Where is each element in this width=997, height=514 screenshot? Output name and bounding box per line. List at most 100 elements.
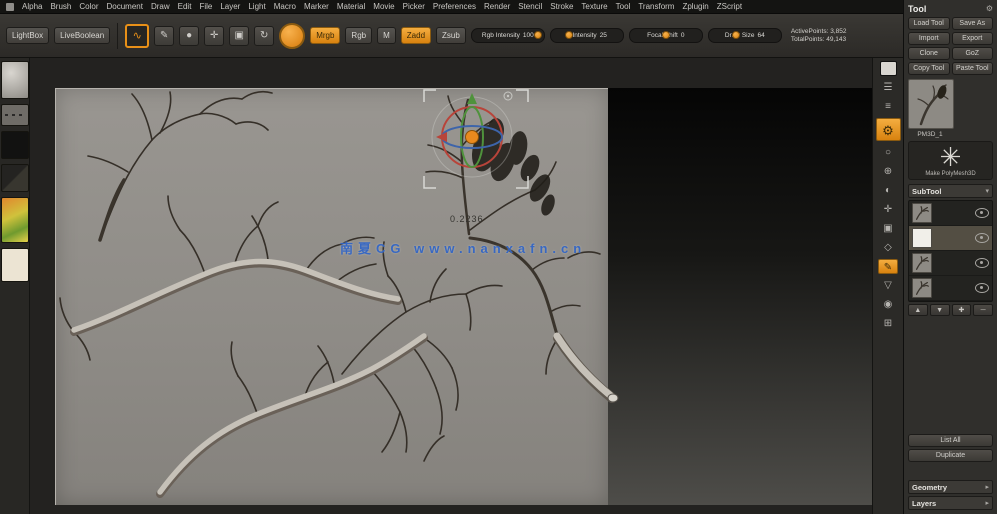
visibility-eye-icon[interactable] — [975, 208, 989, 218]
subtool-down-button[interactable]: ▼ — [929, 304, 950, 316]
panel-gear-icon[interactable]: ⚙ — [986, 4, 993, 13]
subtool-up-button[interactable]: ▲ — [908, 304, 928, 316]
menu-item[interactable]: Light — [248, 2, 265, 11]
subtool-thumbnail — [912, 228, 932, 248]
move-mode-button[interactable]: ✛ — [204, 25, 225, 46]
actual-size-icon[interactable]: ⊞ — [878, 316, 898, 331]
menu-item[interactable]: Stroke — [550, 2, 573, 11]
document-thumbnail[interactable] — [879, 61, 897, 76]
paint-mode-button[interactable]: Mrgb — [310, 27, 341, 44]
shelf-slider[interactable]: Focal Shift 0 — [628, 28, 703, 43]
menu-item[interactable]: Layer — [220, 2, 240, 11]
menu-item[interactable]: Color — [79, 2, 98, 11]
tool-panel-button[interactable]: Paste Tool — [951, 62, 993, 75]
material-thumbnail[interactable] — [0, 197, 29, 243]
menu-item[interactable]: Preferences — [433, 2, 476, 11]
y-axis-arrow[interactable] — [467, 93, 477, 104]
sculpt-mode-button[interactable]: Zadd — [400, 27, 432, 44]
edit-mode-button[interactable]: ✎ — [154, 25, 175, 46]
menu-item[interactable]: Document — [107, 2, 143, 11]
collapsed-section-header[interactable]: Layers ▸ — [908, 496, 993, 510]
scale-mode-button[interactable]: ▣ — [229, 25, 250, 46]
sculpt-mode-button[interactable]: Zsub — [436, 27, 466, 44]
liveboolean-button[interactable]: LiveBoolean — [54, 27, 111, 44]
subtool-delete-button[interactable]: ─ — [973, 304, 993, 316]
subtool-item[interactable] — [909, 276, 992, 301]
render-settings-icon[interactable]: ⚙ — [875, 118, 901, 141]
visibility-eye-icon[interactable] — [975, 258, 989, 268]
tool-panel-wide-button[interactable]: Duplicate — [908, 449, 993, 462]
menu-item[interactable]: Stencil — [518, 2, 542, 11]
persp-icon[interactable]: ○ — [878, 145, 898, 160]
zoom-document-icon[interactable]: ≡ — [878, 99, 898, 114]
menu-item[interactable]: Marker — [304, 2, 329, 11]
shelf-slider[interactable]: Draw Size64 — [707, 28, 782, 43]
current-brush-thumbnail[interactable] — [0, 61, 29, 99]
tool-panel-button[interactable]: Clone — [908, 47, 950, 60]
tool-panel-button[interactable]: Load Tool — [908, 17, 950, 30]
visibility-eye-icon[interactable] — [975, 283, 989, 293]
document-canvas[interactable] — [55, 88, 872, 505]
visibility-eye-icon[interactable] — [975, 233, 989, 243]
slider-handle[interactable] — [564, 31, 573, 39]
tool-panel-button[interactable]: Copy Tool — [908, 62, 950, 75]
subtool-item[interactable] — [909, 201, 992, 226]
menu-item[interactable]: Brush — [50, 2, 71, 11]
subtool-section-header[interactable]: SubTool ▾ — [908, 184, 993, 198]
color-swatch[interactable] — [0, 248, 29, 282]
slider-handle[interactable] — [534, 31, 543, 39]
paint-mode-button[interactable]: M — [377, 27, 396, 44]
menu-item[interactable]: ZScript — [717, 2, 742, 11]
shelf-slider[interactable]: Z Intensity 25 — [549, 28, 624, 43]
polyframe-icon[interactable]: ✎ — [878, 259, 898, 274]
menu-item[interactable]: Tool — [616, 2, 631, 11]
lightbox-button[interactable]: LightBox — [6, 27, 50, 44]
make-polymesh3d-button[interactable]: ✳ Make PolyMesh3D — [908, 141, 993, 180]
menu-item[interactable]: Draw — [151, 2, 170, 11]
solo-icon[interactable]: ▣ — [878, 221, 898, 236]
texture-thumbnail[interactable] — [0, 164, 29, 192]
menu-item[interactable]: Edit — [178, 2, 192, 11]
transform-gizmo[interactable] — [423, 89, 529, 189]
subtool-thumbnail — [912, 278, 932, 298]
paint-mode-button[interactable]: Rgb — [345, 27, 373, 44]
sculpt-viewport — [59, 89, 619, 498]
menu-item[interactable]: Movie — [373, 2, 394, 11]
draw-pointer-button[interactable] — [279, 22, 306, 49]
menu-item[interactable]: Render — [484, 2, 510, 11]
sculptris-pro-button[interactable]: ∿ — [125, 23, 150, 48]
rotate-mode-button[interactable]: ↻ — [254, 25, 275, 46]
draw-mode-button[interactable]: ● — [179, 25, 200, 46]
subtool-item[interactable] — [909, 226, 992, 251]
scroll-document-icon[interactable]: ☰ — [878, 80, 898, 95]
menu-item[interactable]: Picker — [403, 2, 425, 11]
tool-panel-button[interactable]: Save As — [951, 17, 993, 30]
subtool-item[interactable] — [909, 251, 992, 276]
zoom-icon[interactable]: ◉ — [878, 297, 898, 312]
frame-icon[interactable]: ◇ — [878, 240, 898, 255]
subtool-append-button[interactable]: ✚ — [951, 304, 972, 316]
tool-panel-button[interactable]: GoZ — [951, 47, 993, 60]
slider-handle[interactable] — [732, 31, 741, 39]
tool-panel-wide-button[interactable]: List All — [908, 434, 993, 447]
local-symmetry-icon[interactable]: ◐ — [878, 183, 898, 198]
transp-icon[interactable]: ✛ — [878, 202, 898, 217]
tool-panel-button[interactable]: Import — [908, 32, 950, 45]
slider-handle[interactable] — [661, 31, 670, 39]
stroke-thumbnail[interactable] — [0, 104, 29, 126]
menu-item[interactable]: Transform — [638, 2, 674, 11]
floor-icon[interactable]: ⊕ — [878, 164, 898, 179]
shelf-slider[interactable]: Rgb Intensity 100 — [470, 28, 545, 43]
menu-item[interactable]: Alpha — [22, 2, 42, 11]
menu-item[interactable]: Texture — [581, 2, 607, 11]
menu-item[interactable]: Material — [337, 2, 365, 11]
menu-item[interactable]: File — [199, 2, 212, 11]
current-tool-thumbnail[interactable] — [908, 79, 954, 129]
alpha-thumbnail[interactable] — [0, 131, 29, 159]
collapsed-section-header[interactable]: Geometry ▸ — [908, 480, 993, 494]
gizmo-center-handle[interactable] — [465, 130, 479, 144]
menu-item[interactable]: Macro — [274, 2, 296, 11]
menu-item[interactable]: Zplugin — [682, 2, 708, 11]
scroll-icon[interactable]: ▽ — [878, 278, 898, 293]
tool-panel-button[interactable]: Export — [951, 32, 993, 45]
